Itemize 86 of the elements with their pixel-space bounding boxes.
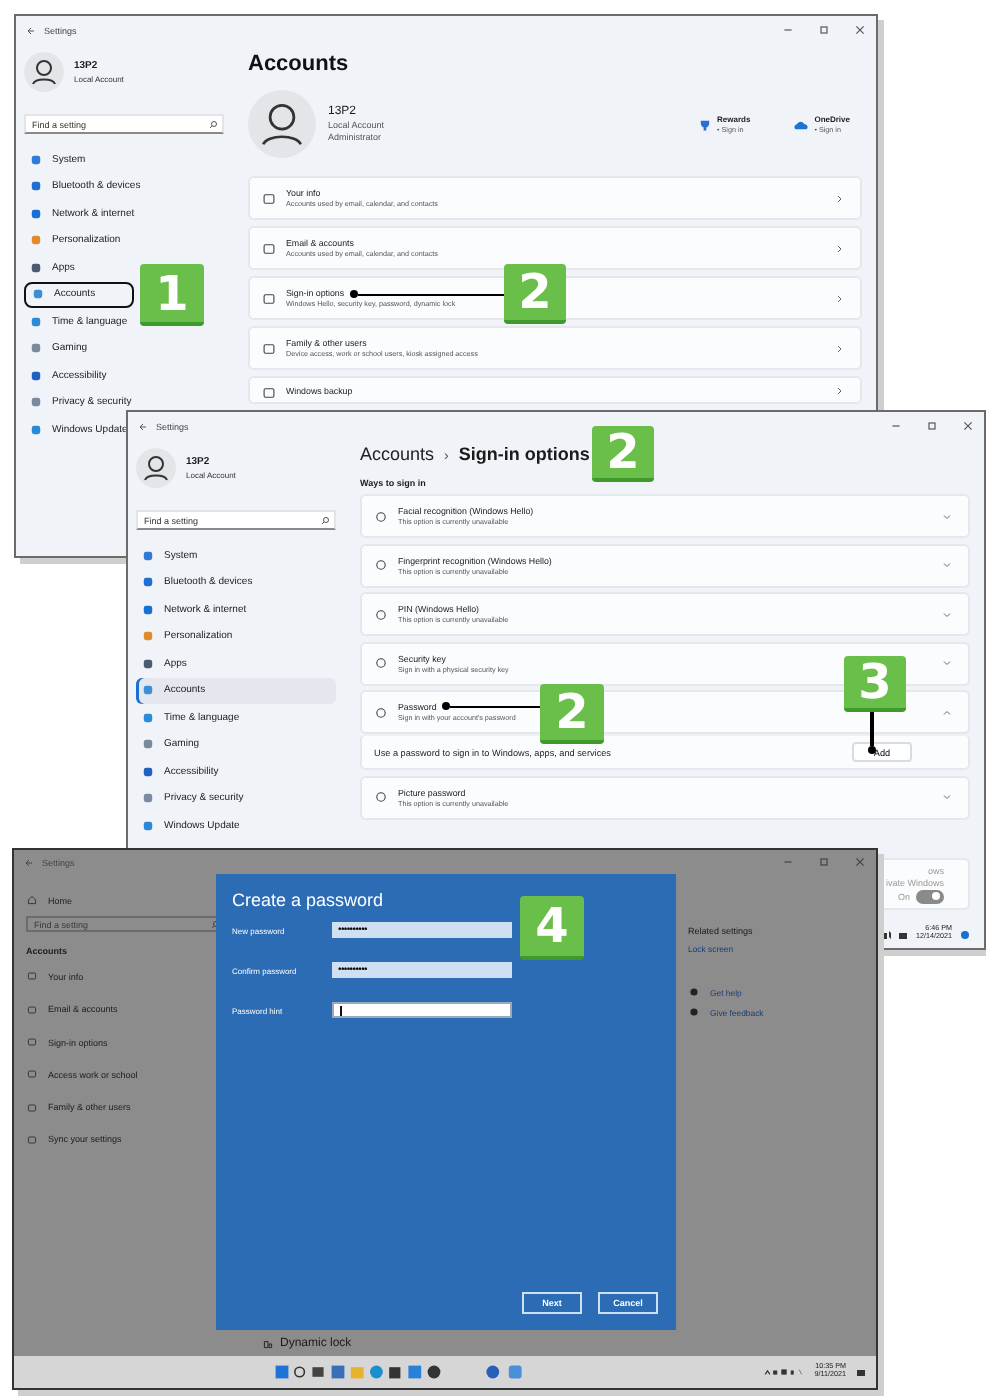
nav-icon xyxy=(142,630,154,643)
minimize-icon[interactable] xyxy=(782,856,794,868)
maximize-icon[interactable] xyxy=(926,420,938,432)
sign-in-option-icon xyxy=(374,607,388,621)
settings-card-icon xyxy=(262,386,276,400)
leader-line xyxy=(442,702,540,710)
chevron-down-icon[interactable] xyxy=(942,658,952,668)
nav-icon xyxy=(142,792,154,805)
minimize-icon[interactable] xyxy=(782,24,794,36)
avatar-icon xyxy=(136,448,176,488)
nav-icon xyxy=(30,396,42,409)
step-number-badge: 2 xyxy=(540,684,604,744)
back-arrow-icon[interactable] xyxy=(138,421,148,431)
chevron-down-icon[interactable] xyxy=(942,792,952,802)
cloud-icon xyxy=(794,117,809,131)
close-icon[interactable] xyxy=(962,420,974,432)
nav-icon xyxy=(30,234,42,247)
nav-icon xyxy=(142,738,154,751)
nav-icon xyxy=(142,549,154,562)
sign-in-option-icon xyxy=(374,705,388,719)
nav-icon xyxy=(142,711,154,724)
sign-in-option-icon xyxy=(374,509,388,523)
step-number-badge: 3 xyxy=(844,656,906,712)
step-number-badge: 1 xyxy=(140,264,204,326)
chevron-down-icon[interactable] xyxy=(942,560,952,570)
notification-badge-icon[interactable] xyxy=(960,929,970,939)
nav-icon xyxy=(142,765,154,778)
help-icon xyxy=(688,986,700,998)
step-number-badge: 2 xyxy=(504,264,566,324)
nav-icon xyxy=(30,207,42,220)
notification-icon[interactable] xyxy=(856,1367,867,1377)
maximize-icon[interactable] xyxy=(818,856,830,868)
feedback-icon xyxy=(688,1006,700,1018)
nav-icon xyxy=(30,342,42,355)
maximize-icon[interactable] xyxy=(818,24,830,36)
nav-icon xyxy=(30,153,42,166)
nav-icon xyxy=(30,423,42,436)
avatar-icon xyxy=(24,52,64,92)
nav-icon xyxy=(30,369,42,382)
dialog-title: Create a password xyxy=(232,890,386,910)
chevron-down-icon[interactable] xyxy=(942,609,952,619)
nav-icon xyxy=(142,819,154,832)
tray-icons-drawing xyxy=(764,1366,805,1378)
minimize-icon[interactable] xyxy=(890,420,902,432)
toggle-switch[interactable] xyxy=(916,889,944,903)
page-heading: Sign-in options xyxy=(458,444,590,464)
nav-icon xyxy=(30,315,42,328)
leader-line xyxy=(868,712,876,754)
nav-icon xyxy=(142,684,154,697)
settings-card-icon xyxy=(262,341,276,355)
search-icon xyxy=(320,515,330,525)
back-arrow-icon[interactable] xyxy=(26,25,36,35)
search-icon xyxy=(208,119,218,129)
nav-icon xyxy=(26,1036,38,1049)
nav-icon xyxy=(30,261,42,274)
taskbar-app-icons-drawing[interactable] xyxy=(482,1364,527,1380)
settings-card-icon xyxy=(262,291,276,305)
page-heading: Accounts xyxy=(248,52,351,76)
nav-icon xyxy=(26,1133,38,1146)
back-arrow-icon[interactable] xyxy=(24,857,34,867)
nav-icon xyxy=(142,657,154,670)
dynamic-lock-icon xyxy=(262,1338,274,1350)
close-icon[interactable] xyxy=(854,24,866,36)
breadcrumb-link[interactable]: Accounts xyxy=(360,444,435,464)
home-icon xyxy=(26,894,38,907)
step-number-badge: 2 xyxy=(592,426,654,482)
nav-icon xyxy=(26,970,38,983)
nav-icon xyxy=(26,1003,38,1016)
chevron-up-icon[interactable] xyxy=(942,707,952,717)
close-icon[interactable] xyxy=(854,856,866,868)
password-field[interactable] xyxy=(332,1002,512,1018)
step-number-badge: 4 xyxy=(520,896,584,960)
settings-card-icon xyxy=(262,241,276,255)
nav-icon xyxy=(26,1101,38,1114)
nav-icon xyxy=(142,576,154,589)
sign-in-option-icon xyxy=(374,790,388,804)
nav-icon xyxy=(142,603,154,616)
sign-in-option-icon xyxy=(374,656,388,670)
trophy-icon xyxy=(697,117,712,131)
nav-icon xyxy=(32,288,44,301)
settings-card-icon xyxy=(262,191,276,205)
chevron-down-icon[interactable] xyxy=(942,511,952,521)
sign-in-option-icon xyxy=(374,558,388,572)
nav-icon xyxy=(26,1068,38,1081)
nav-icon xyxy=(30,180,42,193)
avatar-icon xyxy=(248,90,316,158)
